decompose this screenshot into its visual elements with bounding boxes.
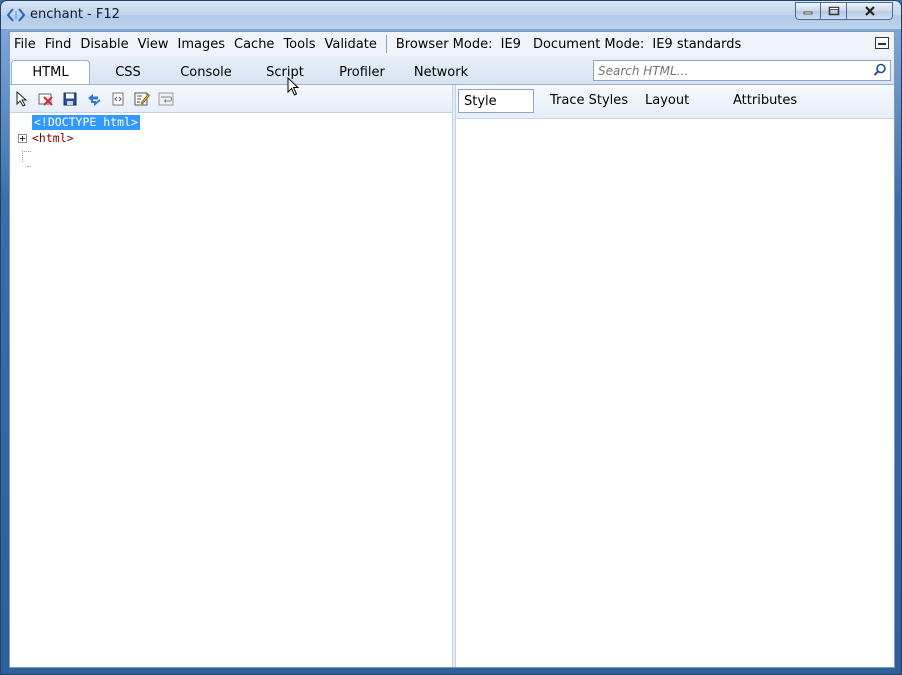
save-button[interactable] (61, 90, 79, 108)
browser-mode-menu[interactable]: Browser Mode: IE9 (392, 37, 525, 52)
title-bar[interactable]: enchant - F12 (1, 1, 901, 29)
close-icon (864, 6, 875, 16)
properties-pane: Style Trace Styles Layout Attributes (456, 85, 894, 667)
menu-tools[interactable]: Tools (279, 37, 320, 52)
html-toolbar (10, 85, 452, 113)
maximize-button[interactable] (821, 2, 847, 20)
word-wrap-button[interactable] (157, 90, 175, 108)
tree-connector (22, 151, 23, 162)
tab-layout-label: Layout (645, 93, 690, 108)
tree-connector (27, 166, 31, 167)
maximize-icon (828, 6, 839, 16)
browser-mode-label: Browser Mode: (395, 36, 493, 52)
tab-network[interactable]: Network (406, 61, 476, 84)
document-mode-value: IE9 standards (652, 36, 742, 52)
tab-style[interactable]: Style (458, 89, 534, 113)
tab-attributes-label: Attributes (733, 93, 798, 108)
tab-console[interactable]: Console (170, 61, 242, 84)
client-area: File Find Disable View Images Cache Tool… (9, 31, 895, 668)
close-button[interactable] (847, 2, 893, 20)
window-title: enchant - F12 (30, 7, 120, 22)
tab-html-label: HTML (32, 65, 69, 80)
view-source-button[interactable] (109, 90, 127, 108)
tab-trace-styles-label: Trace Styles (550, 93, 629, 108)
browser-mode-value: IE9 (500, 36, 521, 52)
tab-css[interactable]: CSS (102, 61, 154, 84)
save-icon (63, 92, 77, 106)
tab-script-label: Script (266, 65, 304, 80)
view-source-icon (112, 92, 124, 106)
menu-find[interactable]: Find (41, 37, 77, 52)
tab-network-label: Network (413, 65, 469, 80)
tab-attributes[interactable]: Attributes (733, 93, 797, 108)
tab-style-label: Style (464, 94, 497, 109)
refresh-button[interactable] (85, 90, 103, 108)
menu-view[interactable]: View (134, 37, 174, 52)
search-icon[interactable] (873, 63, 887, 77)
document-mode-menu[interactable]: Document Mode: IE9 standards (529, 37, 745, 52)
edit-icon (134, 92, 150, 106)
search-html-input[interactable] (594, 61, 872, 80)
tab-html[interactable]: HTML (11, 60, 90, 84)
minimize-icon (803, 11, 813, 15)
refresh-icon (88, 94, 101, 106)
menu-cache[interactable]: Cache (230, 37, 279, 52)
properties-tab-bar: Style Trace Styles Layout Attributes (456, 85, 894, 119)
tab-layout[interactable]: Layout (645, 93, 689, 108)
select-element-icon (16, 91, 28, 107)
tab-profiler[interactable]: Profiler (330, 61, 394, 84)
window-controls (795, 2, 893, 20)
menu-validate[interactable]: Validate (320, 37, 381, 52)
tab-console-label: Console (180, 65, 232, 80)
tab-trace-styles[interactable]: Trace Styles (550, 93, 628, 108)
edit-button[interactable] (133, 90, 151, 108)
devtools-window: enchant - F12 File Find Disable View Ima… (0, 0, 902, 675)
f12-tools-icon (7, 8, 25, 22)
dom-tree-pane: <!DOCTYPE html> <html> (10, 85, 452, 667)
tab-css-label: CSS (115, 65, 141, 80)
tree-connector (22, 151, 31, 152)
clear-highlight-icon (38, 93, 53, 106)
menu-images[interactable]: Images (174, 37, 231, 52)
menu-disable[interactable]: Disable (76, 37, 133, 52)
menu-separator (385, 35, 387, 53)
menu-file[interactable]: File (10, 37, 41, 52)
word-wrap-icon (158, 92, 174, 106)
minimize-panel-icon[interactable] (875, 37, 889, 49)
clear-highlight-button[interactable] (37, 90, 55, 108)
tab-script[interactable]: Script (257, 61, 313, 84)
expand-node-icon[interactable] (18, 134, 27, 143)
select-element-button[interactable] (13, 90, 31, 108)
search-html-box (593, 60, 891, 81)
minimize-button[interactable] (795, 2, 821, 20)
menu-bar: File Find Disable View Images Cache Tool… (10, 32, 894, 57)
tree-node-doctype[interactable]: <!DOCTYPE html> (32, 115, 140, 130)
tree-node-html[interactable]: <html> (32, 131, 74, 146)
document-mode-label: Document Mode: (532, 36, 645, 52)
tab-profiler-label: Profiler (339, 65, 385, 80)
